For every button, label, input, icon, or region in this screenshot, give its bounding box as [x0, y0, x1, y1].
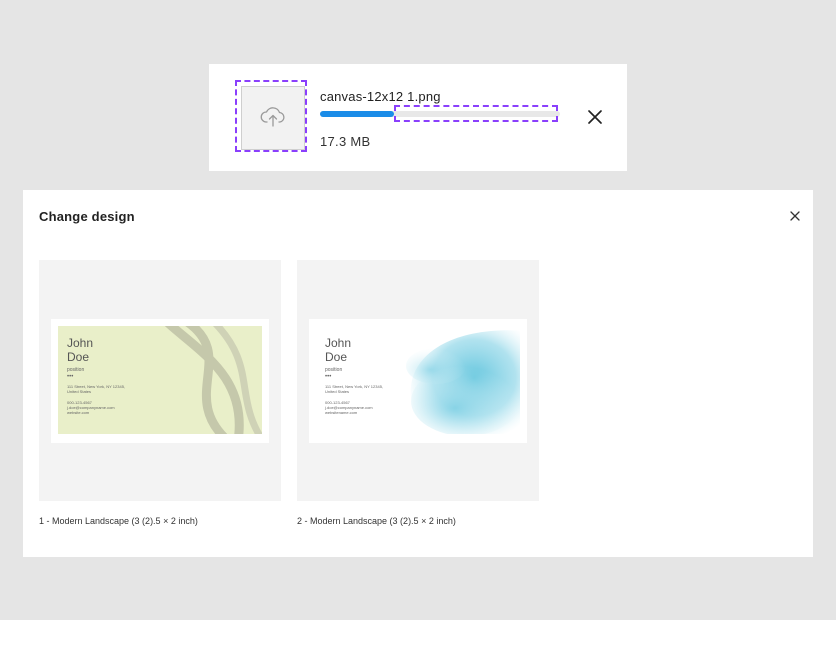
card-website: website.com	[67, 410, 90, 415]
card-address-line2: United States	[325, 389, 350, 394]
design-option-1[interactable]: John Doe position ••• 111 Street, New Yo…	[39, 260, 281, 501]
close-icon	[587, 109, 603, 130]
card-position: position	[325, 367, 343, 373]
design-option-2[interactable]: John Doe position ••• 111 Street, New Yo…	[297, 260, 539, 501]
card-dots: •••	[67, 374, 74, 380]
close-panel-button[interactable]	[787, 209, 803, 225]
change-design-panel: Change design John Doe position ••• 111 …	[23, 190, 813, 557]
card-last-name: Doe	[67, 350, 90, 364]
card-dots: •••	[325, 374, 332, 380]
upload-thumbnail[interactable]	[241, 86, 305, 150]
upload-progress-fill	[320, 111, 395, 117]
file-name: canvas-12x12 1.png	[320, 89, 441, 104]
card-last-name: Doe	[325, 350, 348, 364]
card-first-name: John	[325, 336, 352, 350]
card-first-name: John	[67, 336, 94, 350]
business-card-preview: John Doe position ••• 111 Street, New Yo…	[309, 319, 527, 443]
business-card-face: John Doe position ••• 111 Street, New Yo…	[316, 326, 520, 434]
card-address-line2: United States	[67, 389, 92, 394]
card-position: position	[67, 367, 85, 373]
upload-panel: canvas-12x12 1.png 17.3 MB	[209, 64, 627, 171]
card-text-block: John Doe position ••• 111 Street, New Yo…	[67, 336, 125, 415]
card-website: websitename.com	[325, 410, 358, 415]
cloud-upload-icon	[260, 105, 286, 132]
design-caption-2: 2 - Modern Landscape (3 (2).5 × 2 inch)	[297, 516, 456, 526]
business-card-face: John Doe position ••• 111 Street, New Yo…	[58, 326, 262, 434]
business-card-preview: John Doe position ••• 111 Street, New Yo…	[51, 319, 269, 443]
cancel-upload-button[interactable]	[584, 108, 606, 130]
progress-selection-outline	[394, 105, 558, 122]
panel-title: Change design	[39, 209, 135, 224]
card-text-block: John Doe position ••• 111 Street, New Yo…	[325, 336, 383, 415]
close-icon	[790, 208, 800, 226]
design-caption-1: 1 - Modern Landscape (3 (2).5 × 2 inch)	[39, 516, 198, 526]
file-size: 17.3 MB	[320, 134, 371, 149]
